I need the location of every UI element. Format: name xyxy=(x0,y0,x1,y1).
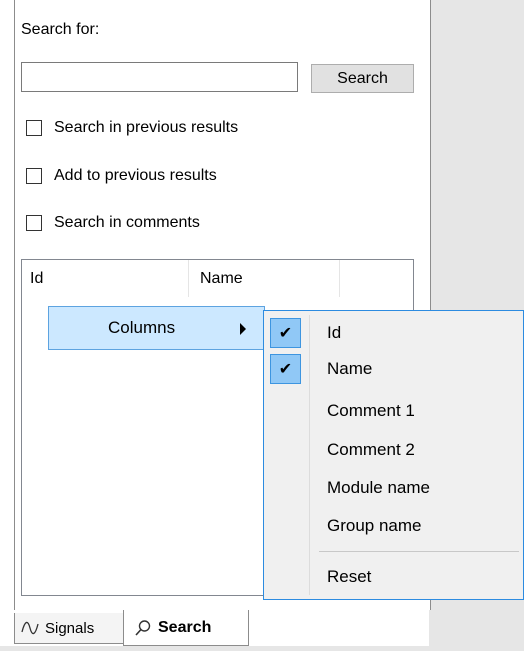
submenu-item-label: Name xyxy=(327,359,373,378)
background-strip xyxy=(0,646,524,651)
submenu-item-label: Group name xyxy=(327,516,422,535)
search-in-previous-results-option[interactable]: Search in previous results xyxy=(26,119,238,137)
magnifier-icon xyxy=(135,619,151,636)
submenu-item-comment-2[interactable]: Comment 2 xyxy=(264,432,523,468)
submenu-item-group-name[interactable]: Group name xyxy=(264,508,523,544)
submenu-item-comment-1[interactable]: Comment 1 xyxy=(264,393,523,429)
tab-signals[interactable]: Signals xyxy=(14,613,124,644)
columns-menu-label: Columns xyxy=(108,318,176,337)
add-to-previous-results-checkbox[interactable] xyxy=(26,168,42,184)
submenu-item-label: Id xyxy=(327,323,342,342)
search-button[interactable]: Search xyxy=(311,64,414,93)
submenu-item-reset[interactable]: Reset xyxy=(264,559,523,595)
search-in-previous-results-label: Search in previous results xyxy=(54,119,239,136)
search-in-previous-results-checkbox[interactable] xyxy=(26,120,42,136)
column-divider[interactable] xyxy=(339,260,340,297)
submenu-item-label: Comment 1 xyxy=(327,401,415,420)
submenu-item-label: Module name xyxy=(327,478,431,497)
columns-submenu: ✔ Id ✔ Name Comment 1 Comment 2 Module n… xyxy=(263,310,524,600)
add-to-previous-results-label: Add to previous results xyxy=(54,167,217,184)
submenu-item-id[interactable]: ✔ Id xyxy=(264,315,523,351)
columns-menu-item[interactable]: Columns xyxy=(48,306,265,350)
submenu-item-label: Comment 2 xyxy=(327,440,415,459)
check-icon: ✔ xyxy=(270,354,301,384)
tab-signals-label: Signals xyxy=(45,619,95,637)
column-header-name[interactable]: Name xyxy=(189,260,339,297)
submenu-item-name[interactable]: ✔ Name xyxy=(264,351,523,387)
submenu-arrow-icon xyxy=(240,323,246,335)
search-in-comments-checkbox[interactable] xyxy=(26,215,42,231)
submenu-item-module-name[interactable]: Module name xyxy=(264,470,523,506)
add-to-previous-results-option[interactable]: Add to previous results xyxy=(26,167,217,185)
check-icon: ✔ xyxy=(270,318,301,348)
search-input[interactable] xyxy=(21,62,298,92)
column-header-id[interactable]: Id xyxy=(22,260,188,297)
submenu-separator xyxy=(319,551,519,552)
submenu-reset-label: Reset xyxy=(327,567,372,586)
tab-search-label: Search xyxy=(158,618,212,636)
search-in-comments-label: Search in comments xyxy=(54,214,200,231)
search-in-comments-option[interactable]: Search in comments xyxy=(26,214,200,232)
tab-search[interactable]: Search xyxy=(123,610,249,646)
waveform-icon xyxy=(21,621,39,635)
search-for-label: Search for: xyxy=(21,21,100,38)
tab-strip: Signals Search xyxy=(14,610,430,646)
